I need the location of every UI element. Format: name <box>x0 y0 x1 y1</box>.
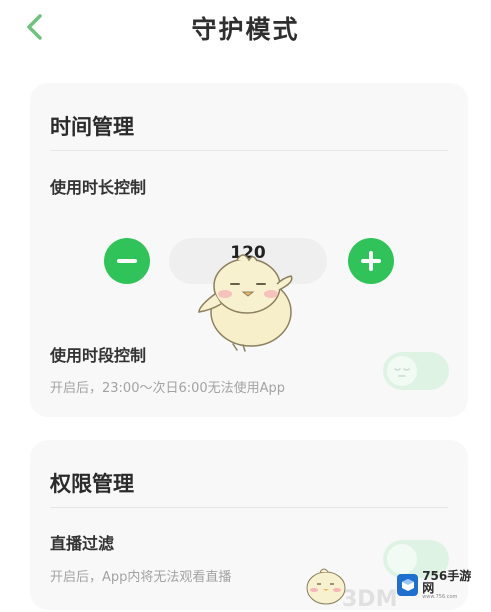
decrease-button[interactable] <box>104 238 150 284</box>
period-control-desc: 开启后，23:00～次日6:00无法使用App <box>50 381 286 396</box>
page-title: 守护模式 <box>191 15 300 44</box>
watermark-brand: 756手游网 <box>422 569 472 595</box>
section-title-permission: 权限管理 <box>50 472 134 496</box>
sleepy-face-icon <box>394 368 410 377</box>
watermark-url: www.756.com <box>422 594 458 600</box>
minus-icon <box>117 259 137 263</box>
increase-button[interactable] <box>348 238 394 284</box>
watermark-3dm-text: 3DM <box>342 587 398 612</box>
period-control-toggle[interactable] <box>383 352 449 390</box>
section-title-time: 时间管理 <box>50 115 134 139</box>
live-filter-desc: 开启后，App内将无法观看直播 <box>50 570 232 585</box>
divider <box>50 150 448 151</box>
period-control-label: 使用时段控制 <box>50 346 147 365</box>
toggle-knob <box>387 356 417 386</box>
duration-control-label: 使用时长控制 <box>50 178 147 197</box>
duration-value-text: 120 <box>230 243 266 263</box>
guardian-mode-screen: 守护模式 时间管理 使用时长控制 120 使用时段控制 开启后，23:00～次日… <box>0 0 491 612</box>
watermark-badge: 756手游网 www.756.com <box>397 570 481 600</box>
live-filter-label: 直播过滤 <box>50 534 115 553</box>
divider <box>50 507 448 508</box>
duration-value[interactable]: 120 <box>169 238 327 284</box>
plus-icon <box>361 251 381 271</box>
time-management-card: 时间管理 使用时长控制 120 使用时段控制 开启后，23:00～次日6:00无… <box>30 83 468 417</box>
cube-logo-icon <box>397 574 419 596</box>
